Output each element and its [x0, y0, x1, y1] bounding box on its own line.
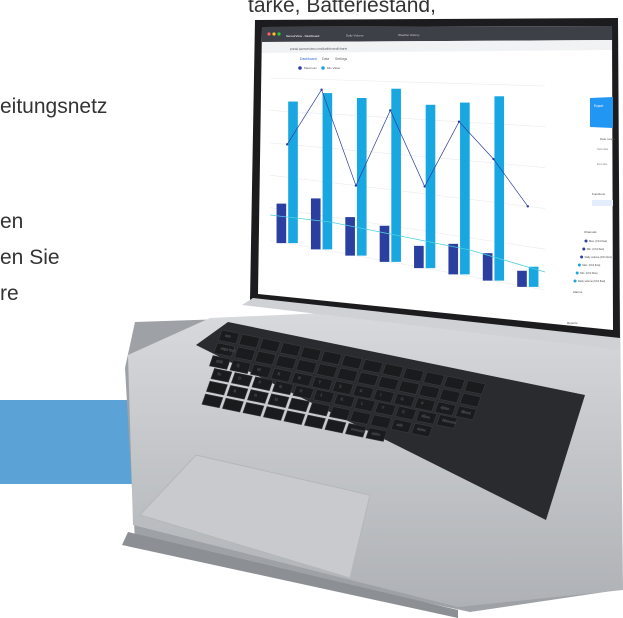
line-point [423, 185, 426, 188]
bar-series-2 [288, 101, 298, 244]
bar-series-1 [379, 225, 390, 262]
nav-settings: Settings [335, 57, 348, 61]
browser-tab-2: Daily Volume [346, 34, 364, 38]
bar-series-1 [414, 245, 424, 269]
channel-dot [575, 271, 579, 275]
channel-item[interactable]: Daily volume [Ch2 flow] [578, 279, 605, 283]
bar-series-1 [482, 253, 493, 281]
browser-tab-1: SensorView - Dashboard [286, 34, 320, 38]
bar-series-1 [345, 217, 355, 256]
bar-series-1 [310, 198, 321, 250]
line-point [354, 184, 358, 187]
side-label-reports: Reports [567, 321, 578, 325]
channel-dot [577, 263, 581, 267]
laptop-photo: esccaps lockshiftQWERTZUIOPASfnDFGHJKLYX… [122, 18, 623, 618]
bar-series-1 [517, 270, 527, 287]
line-point [285, 143, 289, 146]
side-label-end: End date [597, 162, 608, 166]
bar-series-1 [448, 243, 459, 275]
bar-series-1 [276, 203, 287, 244]
side-panel-header: Export [594, 104, 603, 108]
channel-item[interactable]: Max. [Ch1 flow] [589, 239, 607, 243]
channel-dot [573, 279, 577, 283]
legend-series-2: Min Value [327, 66, 340, 70]
side-label-functions: Functions [592, 192, 606, 196]
side-label-date-range: Date range [600, 137, 615, 141]
line-point [320, 88, 323, 91]
line-point [389, 109, 392, 112]
bar-series-2 [425, 104, 436, 269]
channel-dot [582, 247, 586, 251]
line-point [526, 205, 530, 208]
channel-item[interactable]: Min. [Ch2 flow] [580, 271, 597, 275]
url-text: portal.sensorview.com/dashboard/charts [290, 47, 347, 51]
channel-dot [580, 255, 584, 259]
line-point [457, 120, 461, 123]
screen: portal.sensorview.com/dashboard/charts S… [258, 26, 615, 330]
nav-dashboard: Dashboard [300, 57, 317, 61]
bar-series-2 [356, 98, 367, 256]
side-label-start: Start date [597, 147, 609, 151]
line-point [492, 157, 495, 161]
bar-series-2 [494, 96, 505, 281]
browser-tab-3: Weather History [398, 33, 420, 37]
side-label-channels: Channels [584, 230, 597, 234]
side-label-alarms: Alarms [573, 290, 583, 294]
nav-data: Data [322, 57, 329, 61]
channel-item[interactable]: Daily volume [Ch1 flow] [585, 255, 612, 259]
channel-dot [584, 239, 588, 243]
bar-series-2 [322, 93, 333, 250]
channel-item[interactable]: Max. [Ch2 flow] [582, 263, 600, 267]
legend-series-1: Maximum [304, 66, 318, 70]
channel-item[interactable]: Min. [Ch1 flow] [587, 247, 604, 251]
